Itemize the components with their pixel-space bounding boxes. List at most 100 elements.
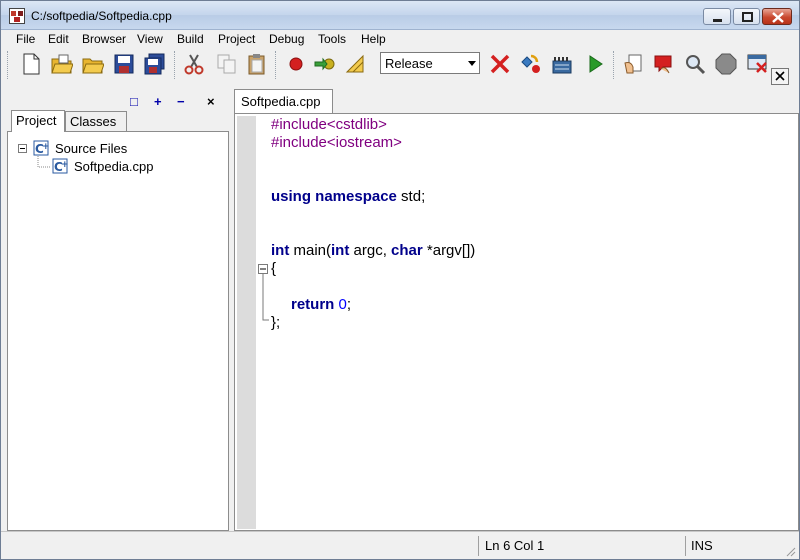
code-text: argc, xyxy=(349,242,392,259)
stop-icon xyxy=(715,53,737,75)
menu-build[interactable]: Build xyxy=(177,32,204,46)
panel-expand-button[interactable]: + xyxy=(154,94,162,109)
menu-edit[interactable]: Edit xyxy=(48,32,69,46)
stop-build-button[interactable] xyxy=(487,51,513,77)
find-icon xyxy=(686,55,706,75)
menu-view[interactable]: View xyxy=(137,32,163,46)
status-divider xyxy=(685,536,686,556)
bookmark-button[interactable] xyxy=(621,51,647,77)
paste-button[interactable] xyxy=(244,51,270,77)
app-icon xyxy=(9,8,25,24)
tree-folder-label: Source Files xyxy=(55,141,128,156)
build-icon xyxy=(521,54,540,73)
menu-browser[interactable]: Browser xyxy=(82,32,126,46)
toolbar-separator xyxy=(613,51,616,79)
open-folder-button[interactable] xyxy=(80,51,106,77)
menu-project[interactable]: Project xyxy=(218,32,255,46)
panel-collapse-button[interactable]: − xyxy=(177,94,185,109)
save-button[interactable] xyxy=(111,51,137,77)
code-text: main( xyxy=(289,242,332,259)
save-all-button[interactable] xyxy=(142,51,168,77)
build-button[interactable] xyxy=(518,51,544,77)
close-icon xyxy=(772,12,784,23)
toolbar-separator xyxy=(174,51,177,79)
code-editor[interactable]: #include<cstdlib> #include<iostream> usi… xyxy=(234,113,799,531)
help-icon xyxy=(654,55,672,74)
toolbar-close-button[interactable] xyxy=(771,68,789,85)
close-button[interactable] xyxy=(762,8,792,25)
fold-markers xyxy=(258,264,269,321)
editor-tab[interactable]: Softpedia.cpp xyxy=(234,89,333,113)
close-icon xyxy=(775,71,785,81)
tab-project[interactable]: Project xyxy=(11,110,65,132)
stop-build-icon xyxy=(490,54,510,74)
code-text: ; xyxy=(346,296,352,313)
menu-file[interactable]: File xyxy=(16,32,35,46)
cursor-position: Ln 6 Col 1 xyxy=(485,538,545,553)
save-all-icon xyxy=(144,53,165,75)
panel-restore-button[interactable]: □ xyxy=(130,94,138,109)
tree-file-label: Softpedia.cpp xyxy=(74,159,154,174)
build-config-select[interactable]: Release xyxy=(380,52,480,74)
code-line-5: using namespace std; xyxy=(271,188,425,205)
project-panel: □ + − × Project Classes C + Source Files xyxy=(7,87,229,531)
svg-text:+: + xyxy=(42,142,50,152)
code-text: std; xyxy=(396,188,426,205)
save-icon xyxy=(114,54,134,74)
cpp-folder-icon: C + xyxy=(33,140,50,156)
window-title: C:/softpedia/Softpedia.cpp xyxy=(31,9,172,23)
title-bar: C:/softpedia/Softpedia.cpp xyxy=(1,1,799,30)
open-folder-icon xyxy=(82,58,104,74)
copy-icon xyxy=(217,54,236,74)
cpp-file-icon: C + xyxy=(52,158,69,174)
keyword: char xyxy=(391,242,423,259)
toolbar-separator xyxy=(275,51,278,79)
code-line-2: #include<iostream> xyxy=(271,134,402,151)
code-line-8: int main(int argc, char *argv[]) xyxy=(271,242,475,259)
toolbar-grip[interactable] xyxy=(7,51,10,79)
rebuild-icon xyxy=(552,57,572,74)
resize-grip-icon[interactable] xyxy=(785,546,797,558)
keyword: int xyxy=(331,242,350,259)
fold-margin xyxy=(256,116,270,529)
new-file-button[interactable] xyxy=(18,51,44,77)
tab-classes[interactable]: Classes xyxy=(65,111,127,131)
help-button[interactable] xyxy=(651,51,677,77)
cut-button[interactable] xyxy=(181,51,207,77)
ide-window: C:/softpedia/Softpedia.cpp File Edit Bro… xyxy=(0,0,800,560)
maximize-icon xyxy=(742,12,753,22)
code-line-12: }; xyxy=(271,314,281,331)
minimize-icon xyxy=(713,19,722,22)
run-button[interactable] xyxy=(582,51,608,77)
menu-bar: File Edit Browser View Build Project Deb… xyxy=(1,30,799,48)
stop-button[interactable] xyxy=(713,51,739,77)
number-literal: 0 xyxy=(338,296,347,313)
toolbar: Release xyxy=(1,48,799,85)
project-tree: C + Source Files C + Softpedia.cpp xyxy=(7,131,229,531)
code-line-11: return 0; xyxy=(291,296,351,313)
menu-tools[interactable]: Tools xyxy=(318,32,346,46)
menu-help[interactable]: Help xyxy=(361,32,386,46)
bookmark-icon xyxy=(624,54,642,74)
keyword: int xyxy=(271,242,290,259)
open-project-button[interactable] xyxy=(49,51,75,77)
code-line-1: #include<cstdlib> xyxy=(271,116,387,133)
find-button[interactable] xyxy=(682,51,708,77)
step-button[interactable] xyxy=(312,51,338,77)
keyword: using xyxy=(271,188,311,205)
close-all-button[interactable] xyxy=(744,51,770,77)
panel-close-button[interactable]: × xyxy=(207,94,215,109)
run-icon xyxy=(589,55,603,73)
status-divider xyxy=(478,536,479,556)
copy-button[interactable] xyxy=(214,51,240,77)
menu-debug[interactable]: Debug xyxy=(269,32,304,46)
rebuild-button[interactable] xyxy=(549,51,575,77)
compile-settings-button[interactable] xyxy=(343,51,369,77)
compile-settings-icon xyxy=(345,54,364,73)
minimize-button[interactable] xyxy=(703,8,731,25)
maximize-button[interactable] xyxy=(733,8,760,25)
breakpoint-button[interactable] xyxy=(283,51,309,77)
chevron-down-icon xyxy=(468,61,476,66)
code-text: *argv[]) xyxy=(422,242,476,259)
close-all-icon xyxy=(747,54,767,73)
